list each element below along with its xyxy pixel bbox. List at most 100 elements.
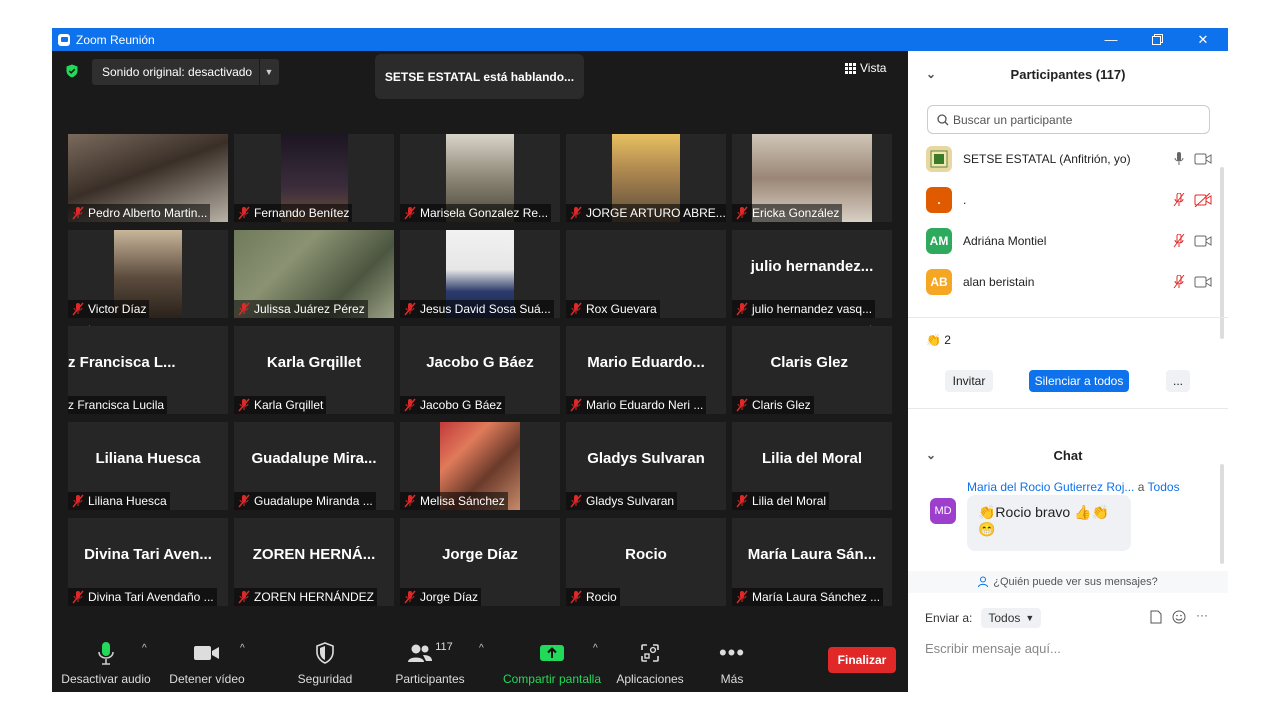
file-icon[interactable] — [1150, 610, 1162, 624]
view-button[interactable]: Vista — [845, 61, 886, 75]
chevron-down-icon[interactable]: ⌄ — [926, 67, 936, 81]
more-options-button[interactable]: ... — [1166, 370, 1190, 392]
participant-display-name: ZOREN HERNÁ... — [252, 546, 376, 563]
mute-all-button[interactable]: Silenciar a todos — [1029, 370, 1129, 392]
name-tag: Marisela Gonzalez Re... — [400, 204, 552, 222]
participant-row[interactable]: AB alan beristain — [908, 261, 1218, 302]
security-button[interactable]: Seguridad — [290, 637, 360, 692]
participant-tile[interactable]: Karla Grqillet Karla Grqillet — [234, 326, 394, 414]
participant-tile[interactable]: Jacobo G Báez Jacobo G Báez — [400, 326, 560, 414]
share-options-caret[interactable]: ^ — [593, 643, 598, 654]
microphone-icon — [98, 642, 114, 665]
zoom-logo-icon — [58, 33, 70, 46]
muted-mic-icon — [404, 494, 416, 508]
chat-message[interactable]: 👏Rocio bravo 👍👏 😁 — [967, 495, 1131, 551]
audio-options-caret[interactable]: ^ — [142, 643, 147, 654]
participant-search-input[interactable]: Buscar un participante — [927, 105, 1210, 134]
original-sound-dropdown[interactable]: Sonido original: desactivado ▼ — [92, 59, 279, 85]
muted-mic-icon — [72, 206, 84, 220]
participant-tile[interactable]: Claris Glez Claris Glez — [732, 326, 892, 414]
participants-scrollbar[interactable] — [1220, 167, 1224, 339]
muted-mic-icon — [736, 398, 748, 412]
invite-button[interactable]: Invitar — [945, 370, 993, 392]
avatar: AM — [926, 227, 952, 254]
participants-button[interactable]: 117 Participantes — [392, 637, 468, 692]
participant-tile[interactable]: Mario Eduardo... Mario Eduardo Neri ... — [566, 326, 726, 414]
recipient-name[interactable]: Todos — [1148, 480, 1180, 494]
person-lock-icon — [978, 576, 989, 588]
muted-mic-icon — [404, 398, 416, 412]
participant-tile[interactable]: Rox Guevara — [566, 230, 726, 318]
sender-name[interactable]: Maria del Rocio Gutierrez Roj... — [967, 480, 1134, 494]
chat-scrollbar[interactable] — [1220, 464, 1224, 564]
participant-tile[interactable]: Gladys Sulvaran Gladys Sulvaran — [566, 422, 726, 510]
participant-tile[interactable]: Divina Tari Aven... Divina Tari Avendaño… — [68, 518, 228, 606]
muted-mic-icon — [570, 206, 582, 220]
participant-tile[interactable]: Pedro Alberto Martin... — [68, 134, 228, 222]
name-tag: Mario Eduardo Neri ... — [566, 396, 707, 414]
name-tag: Liliana Huesca — [68, 492, 170, 510]
participant-tile[interactable]: z Francisca L... z Francisca Lucila — [68, 326, 228, 414]
muted-mic-icon — [72, 302, 84, 316]
participant-tile[interactable]: Liliana Huesca Liliana Huesca — [68, 422, 228, 510]
end-meeting-button[interactable]: Finalizar — [828, 647, 896, 673]
emoji-icon[interactable] — [1172, 610, 1186, 624]
message-header: Maria del Rocio Gutierrez Roj... a Todos — [967, 480, 1180, 494]
muted-mic-icon — [736, 302, 748, 316]
who-can-see-messages[interactable]: ¿Quién puede ver sus mensajes? — [908, 571, 1228, 593]
chevron-down-icon[interactable]: ⌄ — [926, 448, 936, 462]
encryption-shield-icon[interactable] — [65, 64, 79, 78]
participants-options-caret[interactable]: ^ — [479, 643, 484, 654]
participants-icon — [408, 644, 433, 662]
participant-row[interactable]: . . — [908, 179, 1218, 220]
name-tag: Julissa Juárez Pérez — [234, 300, 368, 318]
muted-mic-icon — [570, 590, 582, 604]
participant-tile[interactable]: Ericka González — [732, 134, 892, 222]
name-tag: María Laura Sánchez ... — [732, 588, 884, 606]
participant-tile[interactable]: Jesus David Sosa Suá... — [400, 230, 560, 318]
more-icon[interactable]: ··· — [1196, 609, 1208, 624]
participants-title: Participantes (117) — [1010, 66, 1126, 82]
video-area: Sonido original: desactivado ▼ SETSE EST… — [52, 51, 908, 692]
participant-tile[interactable]: Lilia del Moral Lilia del Moral — [732, 422, 892, 510]
participant-tile[interactable]: Rocio Rocio — [566, 518, 726, 606]
avatar: . — [926, 186, 952, 213]
window-title: Zoom Reunión — [76, 32, 155, 47]
meeting-toolbar: Desactivar audio ^ Detener vídeo ^ Segur… — [52, 637, 908, 692]
chat-title: Chat — [1053, 447, 1083, 463]
name-tag: Lilia del Moral — [732, 492, 830, 510]
apps-button[interactable]: Aplicaciones — [614, 637, 686, 692]
participant-tile[interactable]: julio hernandez... julio hernandez vasq.… — [732, 230, 892, 318]
muted-mic-icon — [72, 590, 84, 604]
participant-tile[interactable]: Guadalupe Mira... Guadalupe Miranda ... — [234, 422, 394, 510]
participant-row[interactable]: SETSE ESTATAL (Anfitrión, yo) — [908, 138, 1218, 179]
chat-header: ⌄ Chat — [908, 441, 1228, 469]
participant-tile[interactable]: Marisela Gonzalez Re... — [400, 134, 560, 222]
name-tag: Divina Tari Avendaño ... — [68, 588, 217, 606]
more-button[interactable]: ••• Más — [708, 637, 756, 692]
video-options-caret[interactable]: ^ — [240, 643, 245, 654]
share-screen-button[interactable]: Compartir pantalla — [502, 637, 602, 692]
mute-audio-button[interactable]: Desactivar audio — [60, 637, 152, 692]
participant-row[interactable]: AM Adriána Montiel — [908, 220, 1218, 261]
participant-tile[interactable]: Victor Díaz — [68, 230, 228, 318]
chevron-down-icon[interactable]: ▼ — [259, 59, 278, 85]
participant-tile[interactable]: JORGE ARTURO ABRE... — [566, 134, 726, 222]
participant-tile[interactable]: Jorge Díaz Jorge Díaz — [400, 518, 560, 606]
participant-tile[interactable]: Melisa Sánchez — [400, 422, 560, 510]
participant-tile[interactable]: ZOREN HERNÁ... ZOREN HERNÁNDEZ — [234, 518, 394, 606]
name-tag: Karla Grqillet — [234, 396, 327, 414]
participant-display-name: Mario Eduardo... — [587, 354, 705, 371]
participant-tile[interactable]: Fernando Benítez — [234, 134, 394, 222]
close-button[interactable]: ✕ — [1180, 28, 1226, 51]
name-tag: Jacobo G Báez — [400, 396, 506, 414]
chat-message-input[interactable]: Escribir mensaje aquí... — [925, 641, 1061, 656]
stop-video-button[interactable]: Detener vídeo — [164, 637, 250, 692]
name-tag: ZOREN HERNÁNDEZ — [234, 588, 378, 606]
muted-mic-icon — [570, 494, 582, 508]
minimize-button[interactable]: — — [1088, 28, 1134, 51]
participant-tile[interactable]: María Laura Sán... María Laura Sánchez .… — [732, 518, 892, 606]
recipient-dropdown[interactable]: Todos ▼ — [981, 608, 1042, 628]
restore-button[interactable] — [1134, 28, 1180, 51]
participant-tile[interactable]: Julissa Juárez Pérez — [234, 230, 394, 318]
